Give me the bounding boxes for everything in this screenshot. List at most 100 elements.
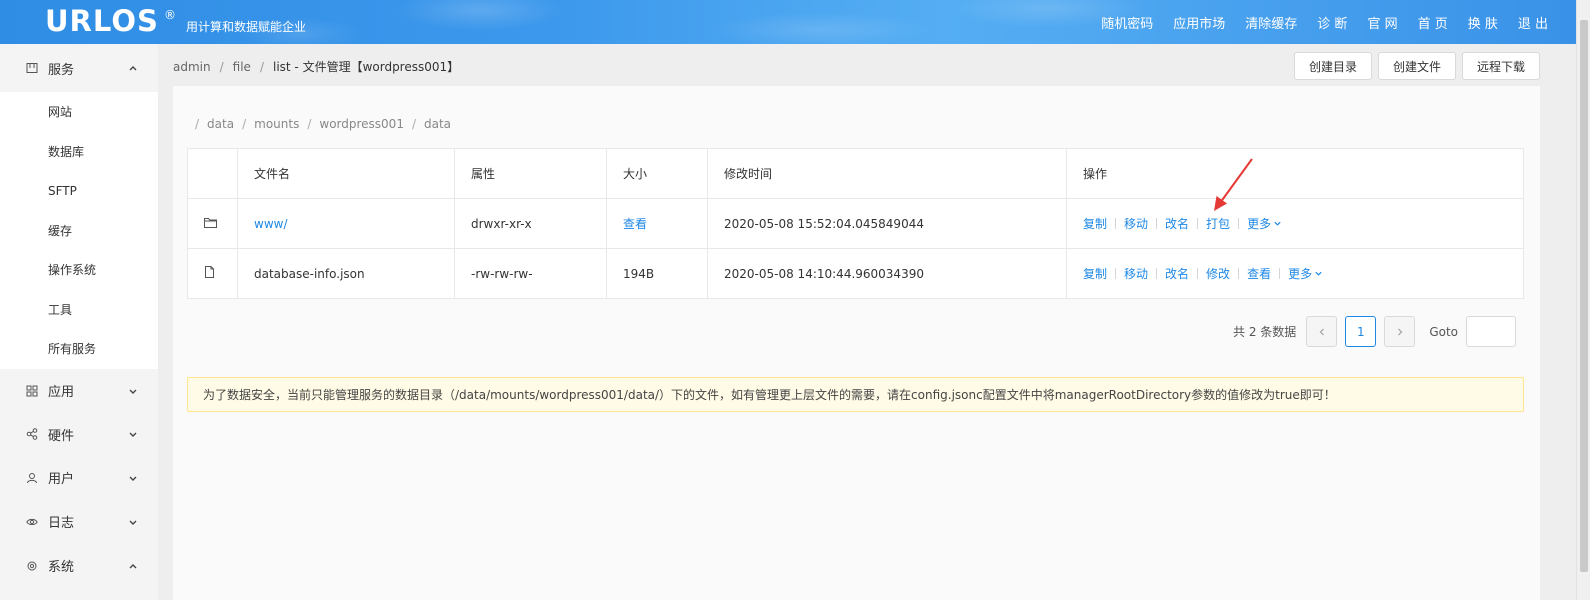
- sidebar-group-label: 硬件: [48, 428, 75, 444]
- table-row: www/ drwxr-xr-x 查看 2020-05-08 15:52:04.0…: [187, 198, 1524, 249]
- nav-random-password[interactable]: 随机密码: [1101, 13, 1153, 32]
- file-name[interactable]: database-info.json: [237, 248, 455, 299]
- top-nav: 随机密码 应用市场 清除缓存 诊 断 官 网 首 页 换 肤 退 出: [1101, 0, 1548, 44]
- header-attributes: 属性: [454, 148, 607, 199]
- header-filename: 文件名: [237, 148, 455, 199]
- nav-diagnose[interactable]: 诊 断: [1317, 13, 1347, 32]
- sidebar-group-label: 应用: [48, 385, 75, 400]
- file-table: 文件名 属性 大小 修改时间 操作 www/ drwxr-xr-x 查看 202…: [187, 148, 1524, 299]
- sidebar-item-all-services[interactable]: 所有服务: [0, 329, 158, 369]
- total-count: 共 2 条数据: [1233, 325, 1297, 339]
- sidebar-group-service[interactable]: 服务: [0, 44, 158, 92]
- page-topbar: admin / file / list - 文件管理【wordpress001】 创建目…: [158, 44, 1540, 86]
- op-divider: [1156, 268, 1158, 279]
- vertical-scrollbar[interactable]: [1576, 0, 1590, 600]
- service-submenu: 网站 数据库 SFTP 缓存 操作系统 工具 所有服务: [0, 92, 158, 369]
- rename-link[interactable]: 改名: [1165, 265, 1189, 282]
- move-link[interactable]: 移动: [1124, 215, 1148, 232]
- nav-change-skin[interactable]: 换 肤: [1468, 13, 1498, 32]
- sidebar-group-logs[interactable]: 日志: [0, 500, 158, 544]
- op-divider: [1156, 218, 1158, 229]
- sidebar-group-label: 用户: [48, 472, 75, 487]
- operations-list: 复制 移动 改名 修改 查看 更多: [1083, 265, 1523, 282]
- op-divider: [1279, 268, 1281, 279]
- file-name-cell: www/: [237, 198, 455, 249]
- more-dropdown[interactable]: 更多: [1288, 265, 1323, 282]
- move-link[interactable]: 移动: [1124, 265, 1148, 282]
- breadcrumb-file[interactable]: file: [233, 60, 251, 74]
- header-operations: 操作: [1066, 148, 1524, 199]
- sidebar-group-label: 日志: [48, 516, 75, 531]
- path-segment[interactable]: mounts: [254, 117, 299, 131]
- breadcrumb-admin[interactable]: admin: [173, 60, 211, 74]
- security-notice: 为了数据安全，当前只能管理服务的数据目录（/data/mounts/wordpr…: [187, 377, 1524, 412]
- toolbar: 创建目录 创建文件 远程下载: [1293, 52, 1540, 80]
- sidebar-item-sftp[interactable]: SFTP: [0, 171, 158, 211]
- breadcrumb-list: list: [272, 60, 291, 74]
- remote-download-button[interactable]: 远程下载: [1461, 52, 1540, 80]
- logo[interactable]: URLOS: [45, 4, 159, 38]
- sidebar-item-database[interactable]: 数据库: [0, 132, 158, 172]
- sidebar: 服务 网站 数据库 SFTP 缓存 操作系统 工具 所有服务 应用 硬件 用户: [0, 44, 158, 600]
- nav-app-market[interactable]: 应用市场: [1173, 13, 1225, 32]
- path-separator: /: [411, 117, 416, 131]
- path-segment[interactable]: data: [424, 117, 451, 131]
- sidebar-group-users[interactable]: 用户: [0, 456, 158, 500]
- table-row: database-info.json -rw-rw-rw- 194B 2020-…: [187, 248, 1524, 299]
- table-header-row: 文件名 属性 大小 修改时间 操作: [187, 148, 1524, 199]
- sidebar-group-apps[interactable]: 应用: [0, 369, 158, 413]
- pagination: 共 2 条数据 1 Goto: [1233, 316, 1516, 347]
- chevron-down-icon: [129, 389, 137, 394]
- path-separator: /: [307, 117, 312, 131]
- path-separator: /: [195, 117, 200, 131]
- operations-cell: 复制 移动 改名 打包 更多: [1066, 198, 1524, 249]
- file-permission: -rw-rw-rw-: [454, 248, 607, 299]
- chevron-down-icon: [129, 476, 137, 481]
- more-dropdown[interactable]: 更多: [1247, 215, 1282, 232]
- directory-path: / data / mounts / wordpress001 / data: [195, 117, 451, 131]
- more-label: 更多: [1288, 267, 1313, 281]
- more-label: 更多: [1247, 217, 1272, 231]
- sidebar-item-website[interactable]: 网站: [0, 92, 158, 132]
- nav-home[interactable]: 首 页: [1418, 13, 1448, 32]
- rename-link[interactable]: 改名: [1165, 215, 1189, 232]
- goto-input[interactable]: [1466, 316, 1516, 347]
- operations-cell: 复制 移动 改名 修改 查看 更多: [1066, 248, 1524, 299]
- slogan: 用计算和数据赋能企业: [186, 20, 307, 34]
- page-number-button[interactable]: 1: [1345, 316, 1377, 347]
- path-separator: /: [242, 117, 247, 131]
- user-icon: [24, 470, 40, 486]
- sidebar-item-os[interactable]: 操作系统: [0, 250, 158, 290]
- sidebar-group-hardware[interactable]: 硬件: [0, 413, 158, 456]
- nav-official-site[interactable]: 官 网: [1367, 13, 1397, 32]
- edit-link[interactable]: 修改: [1206, 265, 1230, 282]
- sidebar-item-tools[interactable]: 工具: [0, 290, 158, 330]
- sidebar-group-system[interactable]: 系统: [0, 544, 158, 588]
- view-link[interactable]: 查看: [1247, 265, 1271, 282]
- file-name-link[interactable]: www/: [254, 217, 288, 231]
- annotation-arrow-icon: [1214, 158, 1253, 211]
- next-page-button[interactable]: [1384, 316, 1416, 347]
- prev-page-button[interactable]: [1306, 316, 1338, 347]
- pack-link[interactable]: 打包: [1206, 215, 1230, 232]
- path-segment[interactable]: wordpress001: [319, 117, 404, 131]
- copy-link[interactable]: 复制: [1083, 215, 1107, 232]
- copy-link[interactable]: 复制: [1083, 265, 1107, 282]
- logo-registered-mark: ®: [164, 8, 176, 22]
- chevron-down-icon: [1274, 221, 1281, 226]
- scrollbar-thumb[interactable]: [1580, 20, 1588, 572]
- path-segment[interactable]: data: [207, 117, 234, 131]
- row-icon-cell: [187, 198, 238, 249]
- operations-list: 复制 移动 改名 打包 更多: [1083, 215, 1523, 232]
- nav-clear-cache[interactable]: 清除缓存: [1245, 13, 1297, 32]
- nav-logout[interactable]: 退 出: [1518, 13, 1548, 32]
- view-size-link[interactable]: 查看: [623, 217, 647, 231]
- create-file-button[interactable]: 创建文件: [1377, 52, 1456, 80]
- create-directory-button[interactable]: 创建目录: [1293, 52, 1372, 80]
- page-title: - 文件管理【wordpress001】: [290, 60, 460, 74]
- file-manager-card: / data / mounts / wordpress001 / data 文件名 属性 大小…: [173, 86, 1540, 600]
- share-icon: [24, 426, 40, 442]
- file-modified-time: 2020-05-08 14:10:44.960034390: [707, 248, 1067, 299]
- sidebar-item-cache[interactable]: 缓存: [0, 211, 158, 251]
- op-divider: [1238, 268, 1240, 279]
